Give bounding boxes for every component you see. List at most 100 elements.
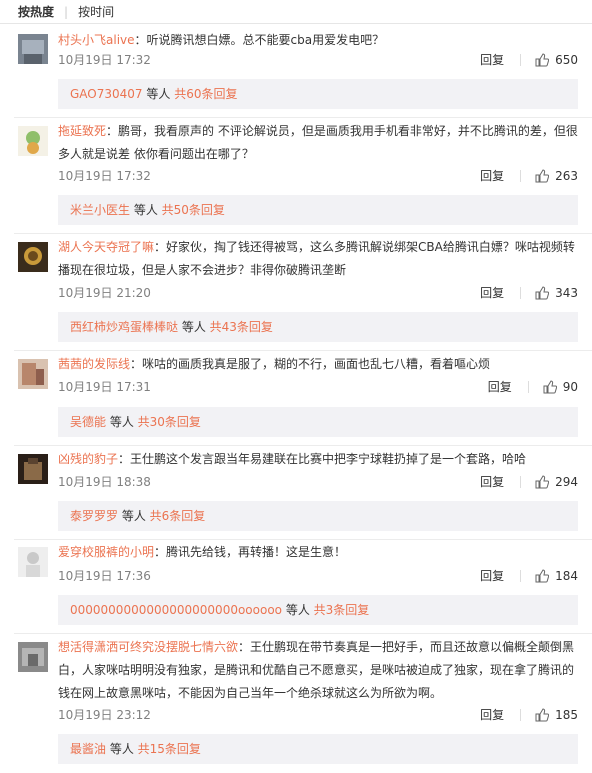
reply-summary: 0000000000000000000000oooooo 等人 共3条回复	[58, 595, 578, 625]
avatar[interactable]	[18, 642, 48, 672]
thumbs-up-icon	[543, 380, 557, 394]
comment-meta: 10月19日 17:32 回复 650	[58, 50, 578, 70]
reply-button[interactable]: 回复	[488, 377, 512, 397]
reply-username[interactable]: 吴德能	[70, 415, 106, 429]
avatar[interactable]	[18, 359, 48, 389]
comment-content: ：腾讯先给钱，再转播！这是生意！	[154, 545, 347, 559]
comment-username[interactable]: 想活得潇洒可终究没摆脱七情六欲	[58, 640, 238, 654]
comment-time: 10月19日 17:32	[58, 53, 151, 67]
reply-button[interactable]: 回复	[480, 472, 504, 492]
comment-meta: 10月19日 17:31 回复 90	[58, 377, 578, 397]
comment-meta: 10月19日 21:20 回复 343	[58, 283, 578, 303]
avatar[interactable]	[18, 126, 48, 156]
like-button[interactable]: 294	[535, 472, 578, 492]
comment-actions: 回复 343	[480, 283, 578, 303]
action-divider	[527, 381, 529, 393]
comment-actions: 回复 90	[488, 377, 578, 397]
like-button[interactable]: 185	[535, 705, 578, 725]
comment-content: ：咪咕的画质我真是服了，糊的不行，画面也乱七八糟，看着嘔心烦	[130, 357, 491, 371]
comment-username[interactable]: 拖延致死	[58, 124, 106, 138]
reply-button[interactable]: 回复	[480, 566, 504, 586]
like-count: 263	[555, 169, 578, 183]
reply-connector: 等人	[178, 320, 210, 334]
action-divider	[520, 287, 522, 299]
comment-text: 想活得潇洒可终究没摆脱七情六欲：王仕鹏现在带节奏真是一把好手，而且还故意以偏概全…	[58, 636, 578, 705]
comment-username[interactable]: 村头小飞alive	[58, 33, 135, 47]
thumbs-up-icon	[535, 708, 550, 722]
like-count: 294	[555, 475, 578, 489]
comment-actions: 回复 185	[480, 705, 578, 725]
like-button[interactable]: 650	[535, 50, 578, 70]
reply-count-link[interactable]: 共60条回复	[174, 87, 237, 101]
avatar[interactable]	[18, 242, 48, 272]
like-button[interactable]: 263	[535, 166, 578, 186]
reply-connector: 等人	[142, 87, 175, 101]
comment-meta: 10月19日 23:12 回复 185	[58, 705, 578, 725]
reply-username[interactable]: 0000000000000000000000oooooo	[70, 603, 282, 617]
action-divider	[520, 170, 522, 182]
reply-count-link[interactable]: 共30条回复	[138, 415, 201, 429]
reply-count-link[interactable]: 共15条回复	[138, 742, 201, 756]
reply-button[interactable]: 回复	[480, 283, 504, 303]
reply-username[interactable]: 西红柿炒鸡蛋棒棒哒	[70, 320, 178, 334]
comment-actions: 回复 650	[480, 50, 578, 70]
comment-text: 村头小飞alive：听说腾讯想白嫖。总不能要cba用爱发电吧？	[58, 29, 578, 52]
comment-divider	[14, 233, 592, 234]
reply-button[interactable]: 回复	[480, 166, 504, 186]
reply-username[interactable]: 米兰小医生	[70, 203, 130, 217]
like-count: 185	[555, 708, 578, 722]
reply-connector: 等人	[106, 742, 138, 756]
comment-text: 茜茜的发际线：咪咕的画质我真是服了，糊的不行，画面也乱七八糟，看着嘔心烦	[58, 353, 578, 376]
reply-connector: 等人	[282, 603, 314, 617]
comment-content: ：王仕鹏这个发言跟当年易建联在比赛中把李宁球鞋扔掉了是一个套路，哈哈	[118, 452, 527, 466]
comment-time: 10月19日 21:20	[58, 286, 151, 300]
reply-count-link[interactable]: 共6条回复	[150, 509, 206, 523]
comment-time: 10月19日 18:38	[58, 475, 151, 489]
reply-connector: 等人	[106, 415, 138, 429]
reply-connector: 等人	[118, 509, 150, 523]
reply-username[interactable]: 最酱油	[70, 742, 106, 756]
reply-username[interactable]: 泰罗罗罗	[70, 509, 118, 523]
tab-by-time[interactable]: 按时间	[78, 3, 114, 20]
comment-divider	[14, 350, 592, 351]
reply-summary: 西红柿炒鸡蛋棒棒哒 等人 共43条回复	[58, 312, 578, 342]
comment-text: 爱穿校服裤的小明：腾讯先给钱，再转播！这是生意！	[58, 541, 578, 564]
comment-text: 凶残的豹子：王仕鹏这个发言跟当年易建联在比赛中把李宁球鞋扔掉了是一个套路，哈哈	[58, 448, 578, 471]
comment-username[interactable]: 凶残的豹子	[58, 452, 118, 466]
comment-username[interactable]: 爱穿校服裤的小明	[58, 545, 154, 559]
reply-count-link[interactable]: 共50条回复	[162, 203, 225, 217]
avatar[interactable]	[18, 34, 48, 64]
comment-meta: 10月19日 18:38 回复 294	[58, 472, 578, 492]
comment-username[interactable]: 茜茜的发际线	[58, 357, 130, 371]
reply-summary: GAO730407 等人 共60条回复	[58, 79, 578, 109]
comment-actions: 回复 263	[480, 166, 578, 186]
thumbs-up-icon	[535, 286, 550, 300]
reply-count-link[interactable]: 共3条回复	[314, 603, 370, 617]
action-divider	[520, 54, 522, 66]
reply-count-link[interactable]: 共43条回复	[210, 320, 273, 334]
thumbs-up-icon	[535, 569, 550, 583]
like-button[interactable]: 184	[535, 566, 578, 586]
reply-button[interactable]: 回复	[480, 50, 504, 70]
avatar[interactable]	[18, 454, 48, 484]
like-button[interactable]: 90	[543, 377, 578, 397]
comment-content: ：鹏哥，我看原声的 不评论解说员，但是画质我用手机看非常好，并不比腾讯的差，但很…	[58, 124, 578, 161]
reply-summary: 米兰小医生 等人 共50条回复	[58, 195, 578, 225]
like-count: 90	[562, 380, 578, 394]
reply-summary: 泰罗罗罗 等人 共6条回复	[58, 501, 578, 531]
action-divider	[520, 570, 522, 582]
tab-by-hot[interactable]: 按热度	[18, 3, 54, 20]
comment-username[interactable]: 湖人今天夺冠了嘛	[58, 240, 154, 254]
reply-summary: 最酱油 等人 共15条回复	[58, 734, 578, 764]
comment-time: 10月19日 23:12	[58, 708, 151, 722]
comment-meta: 10月19日 17:32 回复 263	[58, 166, 578, 186]
action-divider	[520, 709, 522, 721]
comment-content: ：听说腾讯想白嫖。总不能要cba用爱发电吧？	[134, 33, 385, 47]
like-count: 343	[555, 286, 578, 300]
comment-text: 湖人今天夺冠了嘛：好家伙，掏了钱还得被骂，这么多腾讯解说绑架CBA给腾讯白嫖？咪…	[58, 236, 578, 282]
avatar[interactable]	[18, 547, 48, 577]
reply-username[interactable]: GAO730407	[70, 87, 143, 101]
like-button[interactable]: 343	[535, 283, 578, 303]
reply-summary: 吴德能 等人 共30条回复	[58, 407, 578, 437]
reply-button[interactable]: 回复	[480, 705, 504, 725]
